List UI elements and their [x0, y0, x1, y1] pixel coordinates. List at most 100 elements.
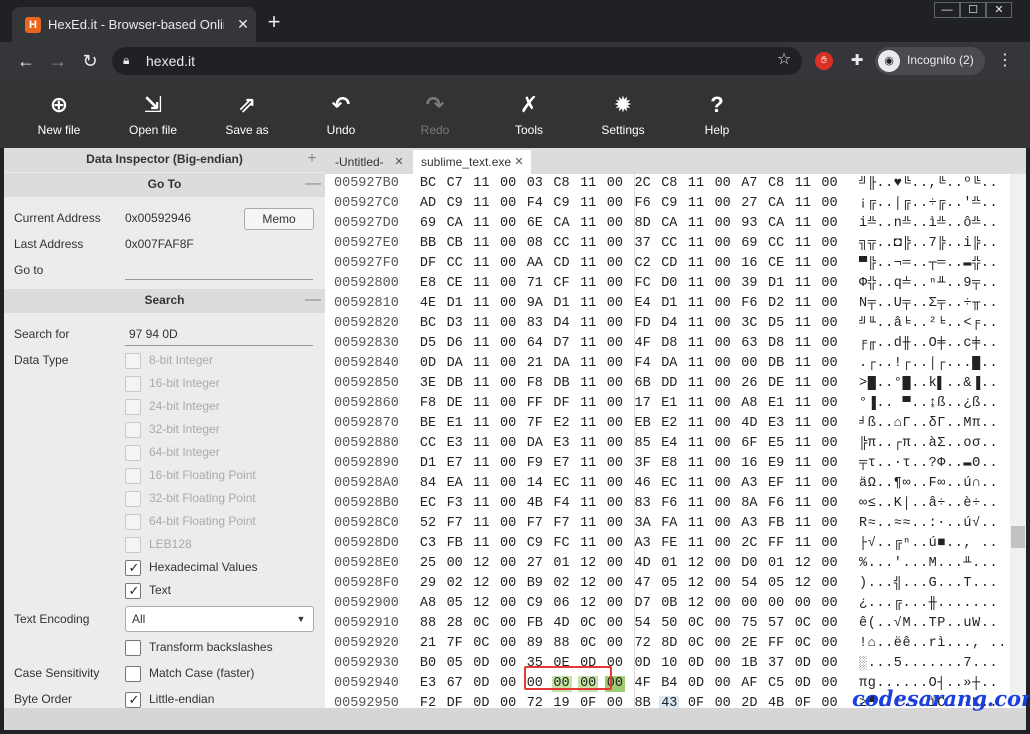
hex-byte[interactable]: 00: [605, 196, 625, 212]
hex-byte[interactable]: 01: [552, 556, 572, 572]
hex-byte[interactable]: DA: [552, 356, 572, 372]
hex-byte[interactable]: 11: [686, 536, 706, 552]
hex-byte[interactable]: 75: [739, 616, 759, 632]
checkbox-16bit-float[interactable]: [125, 468, 141, 484]
hex-byte[interactable]: A3: [633, 536, 653, 552]
hex-byte[interactable]: 00: [498, 576, 518, 592]
hex-byte[interactable]: D4: [659, 316, 679, 332]
hex-byte[interactable]: 6B: [633, 376, 653, 392]
hex-byte[interactable]: 11: [471, 376, 491, 392]
collapse-minus-icon[interactable]: —: [305, 174, 321, 194]
hex-byte[interactable]: D8: [659, 336, 679, 352]
hex-byte[interactable]: DE: [766, 376, 786, 392]
hex-byte[interactable]: 25: [418, 556, 438, 572]
hex-byte[interactable]: CA: [552, 216, 572, 232]
hex-byte[interactable]: F7: [552, 516, 572, 532]
hex-byte[interactable]: 11: [578, 476, 598, 492]
hex-byte[interactable]: 11: [793, 316, 813, 332]
hex-byte[interactable]: DA: [525, 436, 545, 452]
hex-byte[interactable]: 11: [686, 296, 706, 312]
hex-byte[interactable]: 05: [445, 656, 465, 672]
hex-byte[interactable]: 27: [525, 556, 545, 572]
hex-byte[interactable]: 00: [820, 276, 840, 292]
hex-byte[interactable]: 00: [820, 476, 840, 492]
hex-byte[interactable]: CA: [766, 196, 786, 212]
hex-byte[interactable]: BE: [418, 416, 438, 432]
hex-byte[interactable]: FA: [659, 516, 679, 532]
hex-byte[interactable]: 00: [766, 596, 786, 612]
hex-byte[interactable]: 02: [445, 576, 465, 592]
row-text[interactable]: ▀╠..¬═..┬═..▬╬..: [859, 256, 1009, 272]
hex-byte[interactable]: EC: [552, 476, 572, 492]
row-text[interactable]: Φ╬..q╧..ⁿ╨..9╤..: [859, 276, 1009, 292]
hex-byte[interactable]: 85: [633, 436, 653, 452]
hex-byte[interactable]: 00: [713, 516, 733, 532]
hex-byte[interactable]: 11: [471, 336, 491, 352]
hex-byte[interactable]: 00: [713, 456, 733, 472]
hex-byte[interactable]: 00: [713, 696, 733, 708]
hex-byte[interactable]: 43: [659, 696, 680, 708]
hex-byte[interactable]: 11: [578, 336, 598, 352]
hex-byte[interactable]: A3: [739, 476, 759, 492]
hex-byte[interactable]: FB: [445, 536, 465, 552]
hex-byte[interactable]: E1: [659, 396, 679, 412]
hex-byte[interactable]: 00: [605, 276, 625, 292]
hex-byte[interactable]: 00: [605, 416, 625, 432]
hex-byte[interactable]: F6: [766, 496, 786, 512]
hex-byte[interactable]: 00: [820, 676, 840, 692]
hex-byte[interactable]: 00: [605, 216, 625, 232]
hex-byte[interactable]: 37: [633, 236, 653, 252]
hex-byte[interactable]: FE: [659, 536, 679, 552]
hex-byte[interactable]: 00: [498, 616, 518, 632]
hex-byte[interactable]: 83: [525, 316, 545, 332]
hex-byte[interactable]: 00: [605, 536, 625, 552]
hex-byte[interactable]: A8: [739, 396, 759, 412]
hex-byte[interactable]: FC: [633, 276, 653, 292]
hex-byte[interactable]: 11: [578, 356, 598, 372]
hex-byte[interactable]: 05: [659, 576, 679, 592]
hex-byte[interactable]: 00: [605, 556, 625, 572]
hex-byte[interactable]: 69: [739, 236, 759, 252]
hex-byte[interactable]: CD: [552, 256, 572, 272]
hex-byte[interactable]: 0C: [686, 636, 706, 652]
hex-byte[interactable]: 11: [686, 196, 706, 212]
hex-row[interactable]: 005928E0 25 00 12 00 27 01 12 00 4D 01 12 00 D0 01 12 00…: [325, 554, 1010, 574]
row-text[interactable]: !⌂..ëê..rì..., ..: [859, 636, 1009, 652]
hex-byte[interactable]: 11: [471, 216, 491, 232]
row-text[interactable]: ╛ß..⌂Γ..δΓ..Mπ..: [859, 416, 1009, 432]
hex-byte[interactable]: 0C: [471, 636, 491, 652]
hex-byte[interactable]: 17: [633, 396, 653, 412]
hex-byte[interactable]: 00: [498, 176, 518, 192]
hex-byte[interactable]: 11: [686, 376, 706, 392]
hex-byte[interactable]: D1: [552, 296, 572, 312]
hex-byte[interactable]: 21: [525, 356, 545, 372]
tab-close-icon[interactable]: ✕: [234, 15, 252, 33]
hex-byte[interactable]: 00: [820, 636, 840, 652]
back-arrow-icon[interactable]: ←: [15, 50, 37, 72]
hex-byte[interactable]: 00: [793, 596, 813, 612]
hex-byte[interactable]: CD: [659, 256, 679, 272]
hex-byte[interactable]: 00: [739, 356, 759, 372]
hex-byte[interactable]: 00: [820, 656, 840, 672]
hex-byte[interactable]: D0: [739, 556, 759, 572]
hex-byte[interactable]: 12: [578, 556, 598, 572]
hex-byte[interactable]: E5: [766, 436, 786, 452]
hex-byte[interactable]: 1B: [739, 656, 759, 672]
hex-byte[interactable]: 0C: [471, 616, 491, 632]
hex-byte[interactable]: 11: [578, 296, 598, 312]
checkbox-hex-values[interactable]: ✓: [125, 560, 141, 576]
hex-byte[interactable]: 00: [739, 596, 759, 612]
hex-row[interactable]: 005927E0 BB CB 11 00 08 CC 11 00 37 CC 11 00 69 CC 11 00…: [325, 234, 1010, 254]
hex-row[interactable]: 005928C0 52 F7 11 00 F7 F7 11 00 3A FA 11 00 A3 FB 11 00…: [325, 514, 1010, 534]
hex-byte[interactable]: 11: [686, 336, 706, 352]
hex-byte[interactable]: C9: [525, 536, 545, 552]
bookmark-star-icon[interactable]: ☆: [774, 50, 794, 70]
hex-row[interactable]: 00592870 BE E1 11 00 7F E2 11 00 EB E2 11 00 4D E3 11 00…: [325, 414, 1010, 434]
row-text[interactable]: ¿...╔...╫.......: [859, 596, 1009, 612]
settings-button[interactable]: ✹ Settings: [588, 88, 658, 140]
hex-byte[interactable]: 00: [498, 676, 518, 692]
hex-byte[interactable]: E3: [418, 676, 438, 692]
hex-byte[interactable]: CA: [659, 216, 679, 232]
row-text[interactable]: ╤τ..·τ..?Φ..▬Θ..: [859, 456, 1009, 472]
hex-byte[interactable]: E2: [659, 416, 679, 432]
